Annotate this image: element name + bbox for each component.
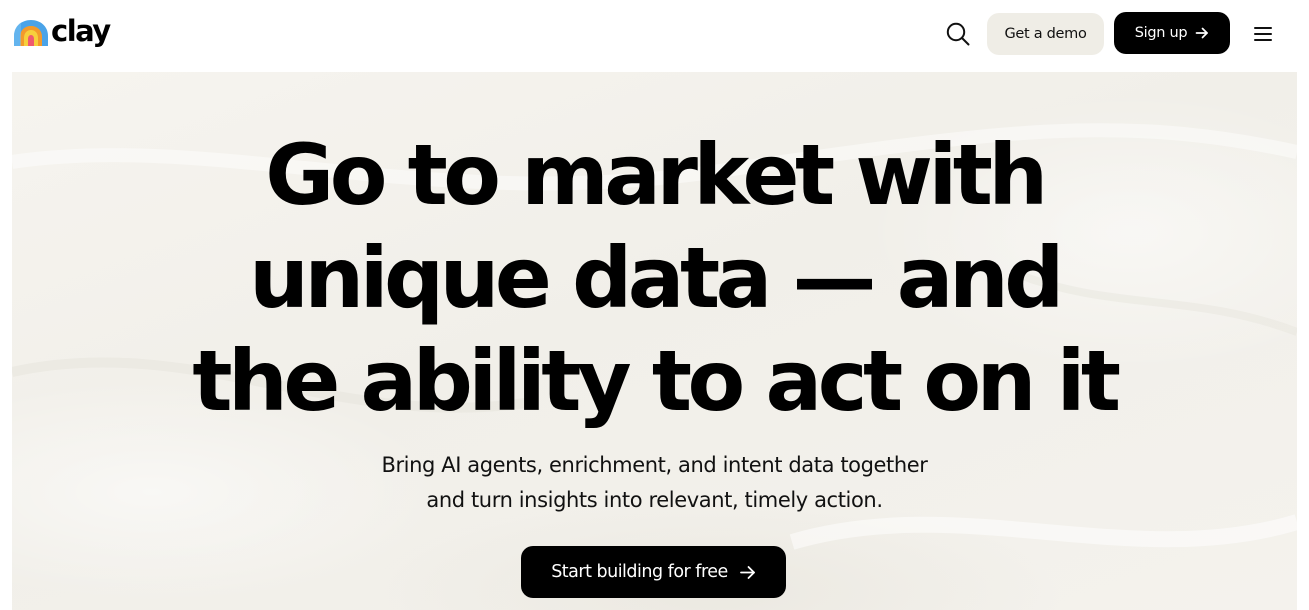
start-building-label: Start building for free bbox=[551, 562, 728, 582]
sign-up-label: Sign up bbox=[1134, 25, 1188, 41]
arrow-right-icon bbox=[739, 565, 755, 579]
start-building-button[interactable]: Start building for free bbox=[521, 546, 786, 598]
hamburger-menu-icon bbox=[1254, 27, 1272, 41]
arrow-right-icon bbox=[1195, 27, 1209, 39]
hero-section: Go to market with unique data — and the … bbox=[12, 72, 1297, 610]
clay-logo-icon bbox=[14, 20, 48, 46]
subtitle-line-1: Bring AI agents, enrichment, and intent … bbox=[381, 453, 928, 477]
search-icon bbox=[946, 22, 970, 46]
headline-line-3: the ability to act on it bbox=[192, 332, 1121, 430]
headline-line-2: unique data — and bbox=[249, 229, 1064, 327]
hero-headline: Go to market with unique data — and the … bbox=[12, 124, 1297, 433]
site-header: clay Get a demo Sign up bbox=[0, 0, 1309, 72]
logo-wordmark: clay bbox=[51, 14, 111, 48]
hamburger-menu-button[interactable] bbox=[1250, 21, 1276, 47]
get-a-demo-button[interactable]: Get a demo bbox=[987, 13, 1104, 55]
headline-line-1: Go to market with bbox=[265, 126, 1048, 224]
sign-up-button[interactable]: Sign up bbox=[1114, 12, 1230, 54]
logo-link[interactable]: clay bbox=[12, 14, 111, 50]
subtitle-line-2: and turn insights into relevant, timely … bbox=[426, 488, 883, 512]
hero-subtitle: Bring AI agents, enrichment, and intent … bbox=[12, 448, 1297, 518]
search-button[interactable] bbox=[944, 20, 972, 48]
